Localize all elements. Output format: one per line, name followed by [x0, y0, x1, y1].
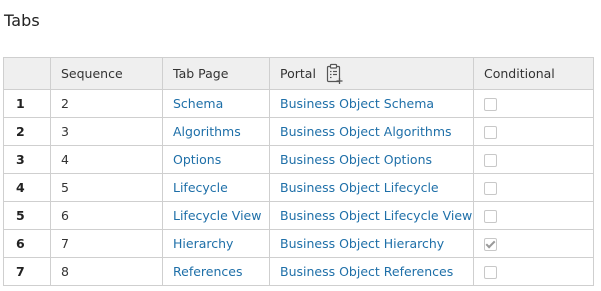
section-title: Tabs	[4, 11, 40, 30]
row-number: 1	[3, 89, 51, 118]
row-number: 6	[3, 229, 51, 258]
portal-link-cell: Business Object Schema	[269, 89, 474, 118]
portal-link[interactable]: Business Object Hierarchy	[280, 236, 444, 251]
row-number: 5	[3, 201, 51, 230]
conditional-column-header[interactable]: Conditional	[473, 57, 594, 90]
portal-link-cell: Business Object References	[269, 257, 474, 286]
table-row[interactable]: 7 8 References Business Object References	[3, 257, 594, 286]
conditional-checkbox[interactable]	[484, 266, 497, 279]
table-row[interactable]: 4 5 Lifecycle Business Object Lifecycle	[3, 173, 594, 202]
table-row[interactable]: 2 3 Algorithms Business Object Algorithms	[3, 117, 594, 146]
portal-link-cell: Business Object Lifecycle View	[269, 201, 474, 230]
portal-link-cell: Business Object Options	[269, 145, 474, 174]
portal-link[interactable]: Business Object Schema	[280, 96, 434, 111]
tab-page-link-cell: Lifecycle View	[162, 201, 270, 230]
row-number: 7	[3, 257, 51, 286]
tab-page-link[interactable]: Lifecycle View	[173, 208, 261, 223]
tab-page-link-cell: Algorithms	[162, 117, 270, 146]
table-row[interactable]: 3 4 Options Business Object Options	[3, 145, 594, 174]
sequence-cell: 2	[50, 89, 163, 118]
conditional-cell	[473, 201, 594, 230]
portal-link[interactable]: Business Object Lifecycle View	[280, 208, 472, 223]
conditional-checkbox[interactable]	[484, 126, 497, 139]
tab-page-link[interactable]: Hierarchy	[173, 236, 233, 251]
sequence-cell: 8	[50, 257, 163, 286]
row-number: 4	[3, 173, 51, 202]
portal-link[interactable]: Business Object Options	[280, 152, 432, 167]
table-row[interactable]: 1 2 Schema Business Object Schema	[3, 89, 594, 118]
portal-column-label: Portal	[280, 66, 316, 81]
conditional-cell	[473, 173, 594, 202]
row-number-header	[3, 57, 51, 90]
sequence-cell: 5	[50, 173, 163, 202]
conditional-cell	[473, 229, 594, 258]
sequence-cell: 7	[50, 229, 163, 258]
tab-page-link-cell: Lifecycle	[162, 173, 270, 202]
portal-link[interactable]: Business Object Lifecycle	[280, 180, 439, 195]
portal-link-cell: Business Object Algorithms	[269, 117, 474, 146]
sequence-column-header[interactable]: Sequence	[50, 57, 163, 90]
table-row[interactable]: 5 6 Lifecycle View Business Object Lifecycl…	[3, 201, 594, 230]
tab-page-link[interactable]: References	[173, 264, 242, 279]
conditional-checkbox[interactable]	[484, 238, 497, 251]
conditional-cell	[473, 145, 594, 174]
portal-link[interactable]: Business Object Algorithms	[280, 124, 452, 139]
portal-column-header[interactable]: Portal	[269, 57, 474, 90]
conditional-checkbox[interactable]	[484, 154, 497, 167]
tab-page-link-cell: References	[162, 257, 270, 286]
tab-page-link[interactable]: Algorithms	[173, 124, 241, 139]
conditional-cell	[473, 89, 594, 118]
portal-link[interactable]: Business Object References	[280, 264, 453, 279]
portal-link-cell: Business Object Hierarchy	[269, 229, 474, 258]
conditional-checkbox[interactable]	[484, 210, 497, 223]
sequence-cell: 4	[50, 145, 163, 174]
tabs-table: Sequence Tab Page Portal Conditional 1 2…	[3, 57, 594, 286]
tab-page-link-cell: Schema	[162, 89, 270, 118]
tab-page-link-cell: Options	[162, 145, 270, 174]
table-header-row: Sequence Tab Page Portal Conditional	[3, 57, 594, 90]
row-number: 3	[3, 145, 51, 174]
conditional-checkbox[interactable]	[484, 98, 497, 111]
tab-page-link[interactable]: Lifecycle	[173, 180, 228, 195]
conditional-cell	[473, 117, 594, 146]
conditional-checkbox[interactable]	[484, 182, 497, 195]
row-number: 2	[3, 117, 51, 146]
sequence-cell: 3	[50, 117, 163, 146]
tab-page-link[interactable]: Schema	[173, 96, 223, 111]
table-row[interactable]: 6 7 Hierarchy Business Object Hierarchy	[3, 229, 594, 258]
tab-page-link-cell: Hierarchy	[162, 229, 270, 258]
tab-page-column-header[interactable]: Tab Page	[162, 57, 270, 90]
portal-link-cell: Business Object Lifecycle	[269, 173, 474, 202]
sequence-cell: 6	[50, 201, 163, 230]
clipboard-plus-icon[interactable]	[325, 63, 345, 85]
conditional-cell	[473, 257, 594, 286]
tab-page-link[interactable]: Options	[173, 152, 221, 167]
